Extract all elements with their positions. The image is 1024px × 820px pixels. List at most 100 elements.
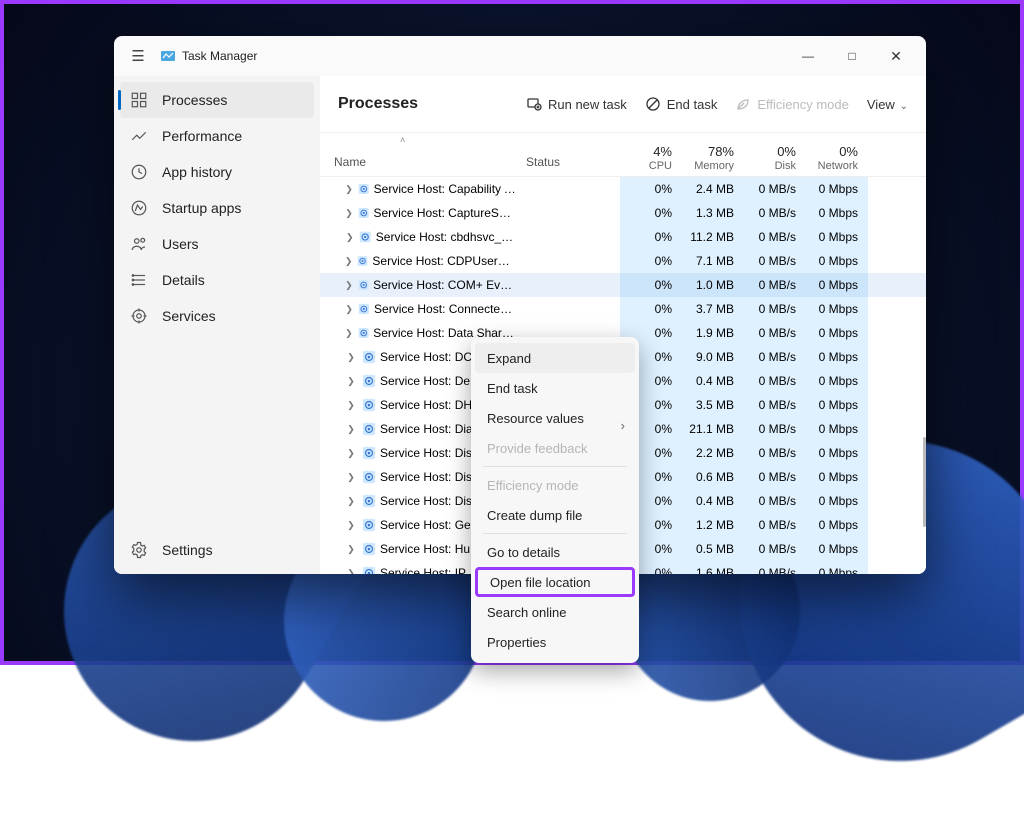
process-name: Service Host: Dia [380,422,473,436]
memory-cell: 9.0 MB [682,345,744,369]
sidebar-item-settings[interactable]: Settings [120,532,314,568]
network-cell: 0 Mbps [806,441,868,465]
expand-chevron-icon[interactable]: ❯ [340,256,357,267]
process-name: Service Host: IP [380,566,466,574]
ctx-resource-values[interactable]: Resource values [475,403,635,433]
disk-cell: 0 MB/s [744,489,806,513]
sidebar-item-label: Details [162,272,205,288]
column-disk[interactable]: 0%Disk [744,133,806,176]
network-cell: 0 Mbps [806,489,868,513]
disk-cell: 0 MB/s [744,537,806,561]
process-row[interactable]: ❯Service Host: CaptureService_...0%1.3 M… [320,201,926,225]
process-row[interactable]: ❯Service Host: cbdhsvc_5b2eb0%11.2 MB0 M… [320,225,926,249]
hamburger-icon[interactable]: ☰ [122,47,154,65]
ctx-efficiency-mode: Efficiency mode [475,470,635,500]
expand-chevron-icon[interactable]: ❯ [340,208,358,219]
sidebar-item-performance[interactable]: Performance [120,118,314,154]
column-name[interactable]: Name [320,133,516,176]
ctx-search-online[interactable]: Search online [475,597,635,627]
ctx-expand[interactable]: Expand [475,343,635,373]
process-row[interactable]: ❯Service Host: CDPUserSvc_5b2...0%7.1 MB… [320,249,926,273]
process-name: Service Host: DC [380,350,472,364]
expand-chevron-icon[interactable]: ❯ [340,544,362,555]
memory-cell: 1.9 MB [682,321,744,345]
network-cell: 0 Mbps [806,561,868,574]
scrollbar[interactable] [923,437,926,527]
run-new-task-button[interactable]: Run new task [526,96,627,112]
run-task-icon [526,96,542,112]
ctx-end-task[interactable]: End task [475,373,635,403]
separator [483,466,627,467]
disk-cell: 0 MB/s [744,369,806,393]
settings-label: Settings [162,542,213,558]
view-dropdown[interactable]: View [867,97,908,112]
expand-chevron-icon[interactable]: ❯ [340,280,358,291]
column-memory[interactable]: 78%Memory [682,133,744,176]
expand-chevron-icon[interactable]: ❯ [340,520,362,531]
expand-chevron-icon[interactable]: ❯ [340,328,358,339]
expand-chevron-icon[interactable]: ❯ [340,184,358,195]
expand-chevron-icon[interactable]: ❯ [340,424,362,435]
column-network[interactable]: 0%Network [806,133,868,176]
process-name: Service Host: Ge [380,518,471,532]
memory-cell: 11.2 MB [682,225,744,249]
disk-cell: 0 MB/s [744,441,806,465]
cpu-cell: 0% [620,201,682,225]
sidebar-item-details[interactable]: Details [120,262,314,298]
expand-chevron-icon[interactable]: ❯ [340,376,362,387]
network-cell: 0 Mbps [806,369,868,393]
end-task-button[interactable]: End task [645,96,718,112]
sidebar: Processes PerformanceApp historyStartup a… [114,76,320,574]
network-cell: 0 Mbps [806,465,868,489]
ctx-provide-feedback: Provide feedback [475,433,635,463]
memory-cell: 0.4 MB [682,489,744,513]
sidebar-item-processes[interactable]: Processes [120,82,314,118]
expand-chevron-icon[interactable]: ❯ [340,472,362,483]
toolbar: Processes Run new task End task Efficien… [320,76,926,133]
ctx-open-file-location[interactable]: Open file location [475,567,635,597]
process-row[interactable]: ❯Service Host: Capability Acces...0%2.4 … [320,177,926,201]
expand-chevron-icon[interactable]: ❯ [340,352,362,363]
network-cell: 0 Mbps [806,393,868,417]
sidebar-item-label: Processes [162,92,227,108]
expand-chevron-icon[interactable]: ❯ [340,304,358,315]
process-name: Service Host: Dis [380,494,472,508]
sidebar-item-app-history[interactable]: App history [120,154,314,190]
sidebar-item-startup-apps[interactable]: Startup apps [120,190,314,226]
cpu-cell: 0% [620,225,682,249]
process-name: Service Host: CDPUserSvc_5b2... [372,254,516,268]
cpu-cell: 0% [620,297,682,321]
sidebar-item-label: Services [162,308,216,324]
minimize-button[interactable]: — [786,40,830,72]
process-name: Service Host: Hu [380,542,470,556]
sidebar-item-users[interactable]: Users [120,226,314,262]
memory-cell: 1.2 MB [682,513,744,537]
expand-chevron-icon[interactable]: ❯ [340,232,359,243]
expand-chevron-icon[interactable]: ❯ [340,568,362,575]
disk-cell: 0 MB/s [744,321,806,345]
titlebar[interactable]: ☰ Task Manager — □ ✕ [114,36,926,76]
network-cell: 0 Mbps [806,177,868,201]
network-cell: 0 Mbps [806,417,868,441]
context-menu: Expand End task Resource values Provide … [471,337,639,663]
network-cell: 0 Mbps [806,297,868,321]
column-headers[interactable]: ˄ Name Status 4%CPU 78%Memory 0%Disk 0%N… [320,133,926,177]
sidebar-item-services[interactable]: Services [120,298,314,334]
expand-chevron-icon[interactable]: ❯ [340,448,362,459]
gear-icon [130,541,148,559]
network-cell: 0 Mbps [806,345,868,369]
memory-cell: 1.0 MB [682,273,744,297]
expand-chevron-icon[interactable]: ❯ [340,496,362,507]
expand-chevron-icon[interactable]: ❯ [340,400,362,411]
maximize-button[interactable]: □ [830,40,874,72]
process-row[interactable]: ❯Service Host: COM+ Event Sys...0%1.0 MB… [320,273,926,297]
process-row[interactable]: ❯Service Host: Connected Devi...0%3.7 MB… [320,297,926,321]
column-status[interactable]: Status [516,133,620,176]
ctx-go-to-details[interactable]: Go to details [475,537,635,567]
process-name: Service Host: Capability Acces... [374,182,516,196]
ctx-create-dump[interactable]: Create dump file [475,500,635,530]
network-cell: 0 Mbps [806,273,868,297]
ctx-properties[interactable]: Properties [475,627,635,657]
close-button[interactable]: ✕ [874,40,918,72]
column-cpu[interactable]: 4%CPU [620,133,682,176]
